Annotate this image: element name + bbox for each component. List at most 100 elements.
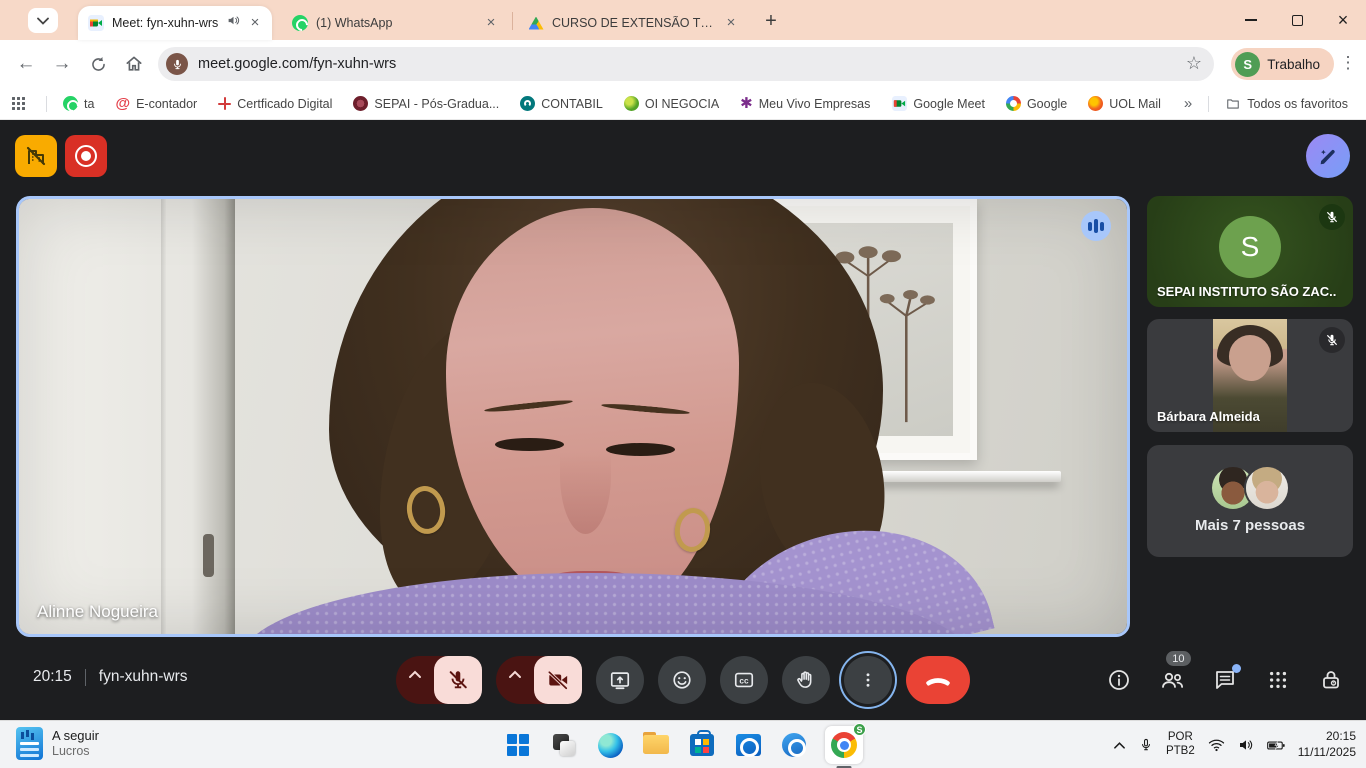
close-button[interactable]: × (1320, 0, 1366, 40)
file-explorer-button[interactable] (641, 730, 671, 760)
chevron-up-icon (508, 670, 522, 679)
recording-badge[interactable] (65, 135, 107, 177)
tab-drive-curso[interactable]: CURSO DE EXTENSÃO TEORIA E × (518, 6, 748, 40)
meet-icon (891, 96, 907, 112)
all-bookmarks-button[interactable]: Todos os favoritos (1225, 97, 1348, 111)
end-call-button[interactable] (906, 656, 970, 704)
bookmark-certificado[interactable]: Certficado Digital (218, 97, 332, 111)
battery-button[interactable] (1267, 739, 1285, 752)
microsoft-store-button[interactable] (687, 730, 717, 760)
participant-tile-sepai[interactable]: S SEPAI INSTITUTO SÃO ZAC... (1147, 196, 1353, 307)
address-bar[interactable]: meet.google.com/fyn-xuhn-wrs ☆ (158, 47, 1214, 81)
domain-warning-badge[interactable] (15, 135, 57, 177)
tray-date: 11/11/2025 (1298, 745, 1356, 761)
avatar: S (1219, 216, 1281, 278)
task-view-button[interactable] (549, 730, 579, 760)
wifi-button[interactable] (1208, 738, 1225, 752)
tab-audio-icon[interactable] (227, 14, 240, 32)
avatar-group (1212, 467, 1288, 509)
tab-meet[interactable]: Meet: fyn-xuhn-wrs × (78, 6, 272, 40)
camera-off-icon[interactable] (534, 656, 582, 704)
battery-charging-icon (1267, 739, 1285, 752)
visual-effects-button[interactable] (1306, 134, 1350, 178)
host-controls-button[interactable] (1318, 667, 1344, 693)
bookmark-vivo[interactable]: ✱ Meu Vivo Empresas (740, 96, 870, 111)
reload-button[interactable] (82, 48, 114, 80)
microphone-tray-button[interactable] (1139, 737, 1153, 753)
tab-close-button[interactable]: × (246, 14, 264, 32)
tab-search-button[interactable] (28, 8, 58, 33)
bookmark-econtador[interactable]: @ E-contador (115, 96, 197, 111)
profile-chip[interactable]: S Trabalho (1231, 48, 1334, 80)
edge-button[interactable] (595, 730, 625, 760)
participants-button[interactable]: 10 (1159, 667, 1185, 693)
bookmarks-overflow-button[interactable]: » (1184, 95, 1192, 112)
bookmark-sepai[interactable]: SEPAI - Pós-Gradua... (353, 96, 499, 111)
wifi-icon (1208, 738, 1225, 752)
volume-button[interactable] (1238, 738, 1254, 752)
magic-pencil-icon (1317, 145, 1339, 167)
whatsapp-favicon-icon (292, 15, 308, 31)
hand-icon (795, 669, 817, 691)
maximize-button[interactable] (1274, 0, 1320, 40)
activities-button[interactable] (1265, 667, 1291, 693)
whatsapp-icon (63, 96, 78, 111)
grid-icon (1267, 669, 1289, 691)
people-icon (1159, 668, 1185, 692)
bookmark-uol[interactable]: UOL Mail (1088, 96, 1161, 111)
drive-favicon-icon (528, 15, 544, 31)
main-video-tile[interactable]: Alinne Nogueira (16, 196, 1130, 637)
outlook-new-button[interactable] (779, 730, 809, 760)
site-info-mic-icon[interactable] (166, 53, 188, 75)
tab-close-button[interactable]: × (722, 14, 740, 32)
red-cross-icon (218, 97, 231, 110)
sepai-icon (353, 96, 368, 111)
language-indicator[interactable]: POR PTB2 (1166, 731, 1195, 759)
bookmark-contabil[interactable]: CONTABIL (520, 96, 603, 111)
building-disabled-icon (24, 144, 48, 168)
minimize-button[interactable] (1228, 0, 1274, 40)
vivo-icon: ✱ (740, 96, 753, 111)
present-screen-button[interactable] (596, 656, 644, 704)
meeting-details-button[interactable] (1106, 667, 1132, 693)
more-options-button[interactable] (844, 656, 892, 704)
clock-tray[interactable]: 20:15 11/11/2025 (1298, 729, 1356, 760)
bookmarks-bar: ta @ E-contador Certficado Digital SEPAI… (0, 88, 1366, 120)
bookmark-oi-negocia[interactable]: OI NEGOCIA (624, 96, 719, 111)
bookmark-google[interactable]: Google (1006, 96, 1067, 111)
participant-tile-barbara[interactable]: Bárbara Almeida (1147, 319, 1353, 432)
system-tray: POR PTB2 20:15 11/11/2025 (1113, 721, 1356, 768)
mic-off-icon[interactable] (434, 656, 482, 704)
captions-button[interactable]: cc (720, 656, 768, 704)
bookmark-google-meet[interactable]: Google Meet (891, 96, 985, 112)
profile-label: Trabalho (1267, 57, 1320, 72)
start-button[interactable] (503, 730, 533, 760)
more-participants-tile[interactable]: Mais 7 pessoas (1147, 445, 1353, 557)
home-button[interactable] (118, 48, 150, 80)
new-tab-button[interactable]: + (758, 8, 784, 34)
mic-button-muted[interactable] (396, 656, 482, 704)
bookmarks-divider (46, 96, 47, 112)
hidden-icons-button[interactable] (1113, 741, 1126, 750)
meet-favicon-icon (88, 15, 104, 31)
bookmark-whatsapp[interactable]: ta (63, 96, 94, 111)
screen: Meet: fyn-xuhn-wrs × (1) WhatsApp × CURS… (0, 0, 1366, 768)
bookmark-star-icon[interactable]: ☆ (1186, 53, 1202, 74)
browser-menu-button[interactable]: ⋮ (1338, 53, 1358, 73)
chrome-button-active[interactable]: S (825, 726, 863, 764)
forward-button[interactable]: → (46, 48, 78, 80)
raise-hand-button[interactable] (782, 656, 830, 704)
svg-text:cc: cc (739, 676, 749, 685)
back-button[interactable]: ← (10, 48, 42, 80)
reactions-button[interactable] (658, 656, 706, 704)
tab-close-button[interactable]: × (482, 14, 500, 32)
apps-grid-button[interactable] (12, 97, 25, 110)
chat-button[interactable] (1212, 667, 1238, 693)
widgets-button[interactable]: A seguir Lucros (16, 727, 99, 760)
camera-button-off[interactable] (496, 656, 582, 704)
outlook-classic-button[interactable] (733, 730, 763, 760)
minimize-icon (1245, 19, 1257, 21)
chevron-down-icon (37, 17, 49, 25)
tab-whatsapp[interactable]: (1) WhatsApp × (282, 6, 508, 40)
widget-subtitle: Lucros (52, 744, 99, 760)
